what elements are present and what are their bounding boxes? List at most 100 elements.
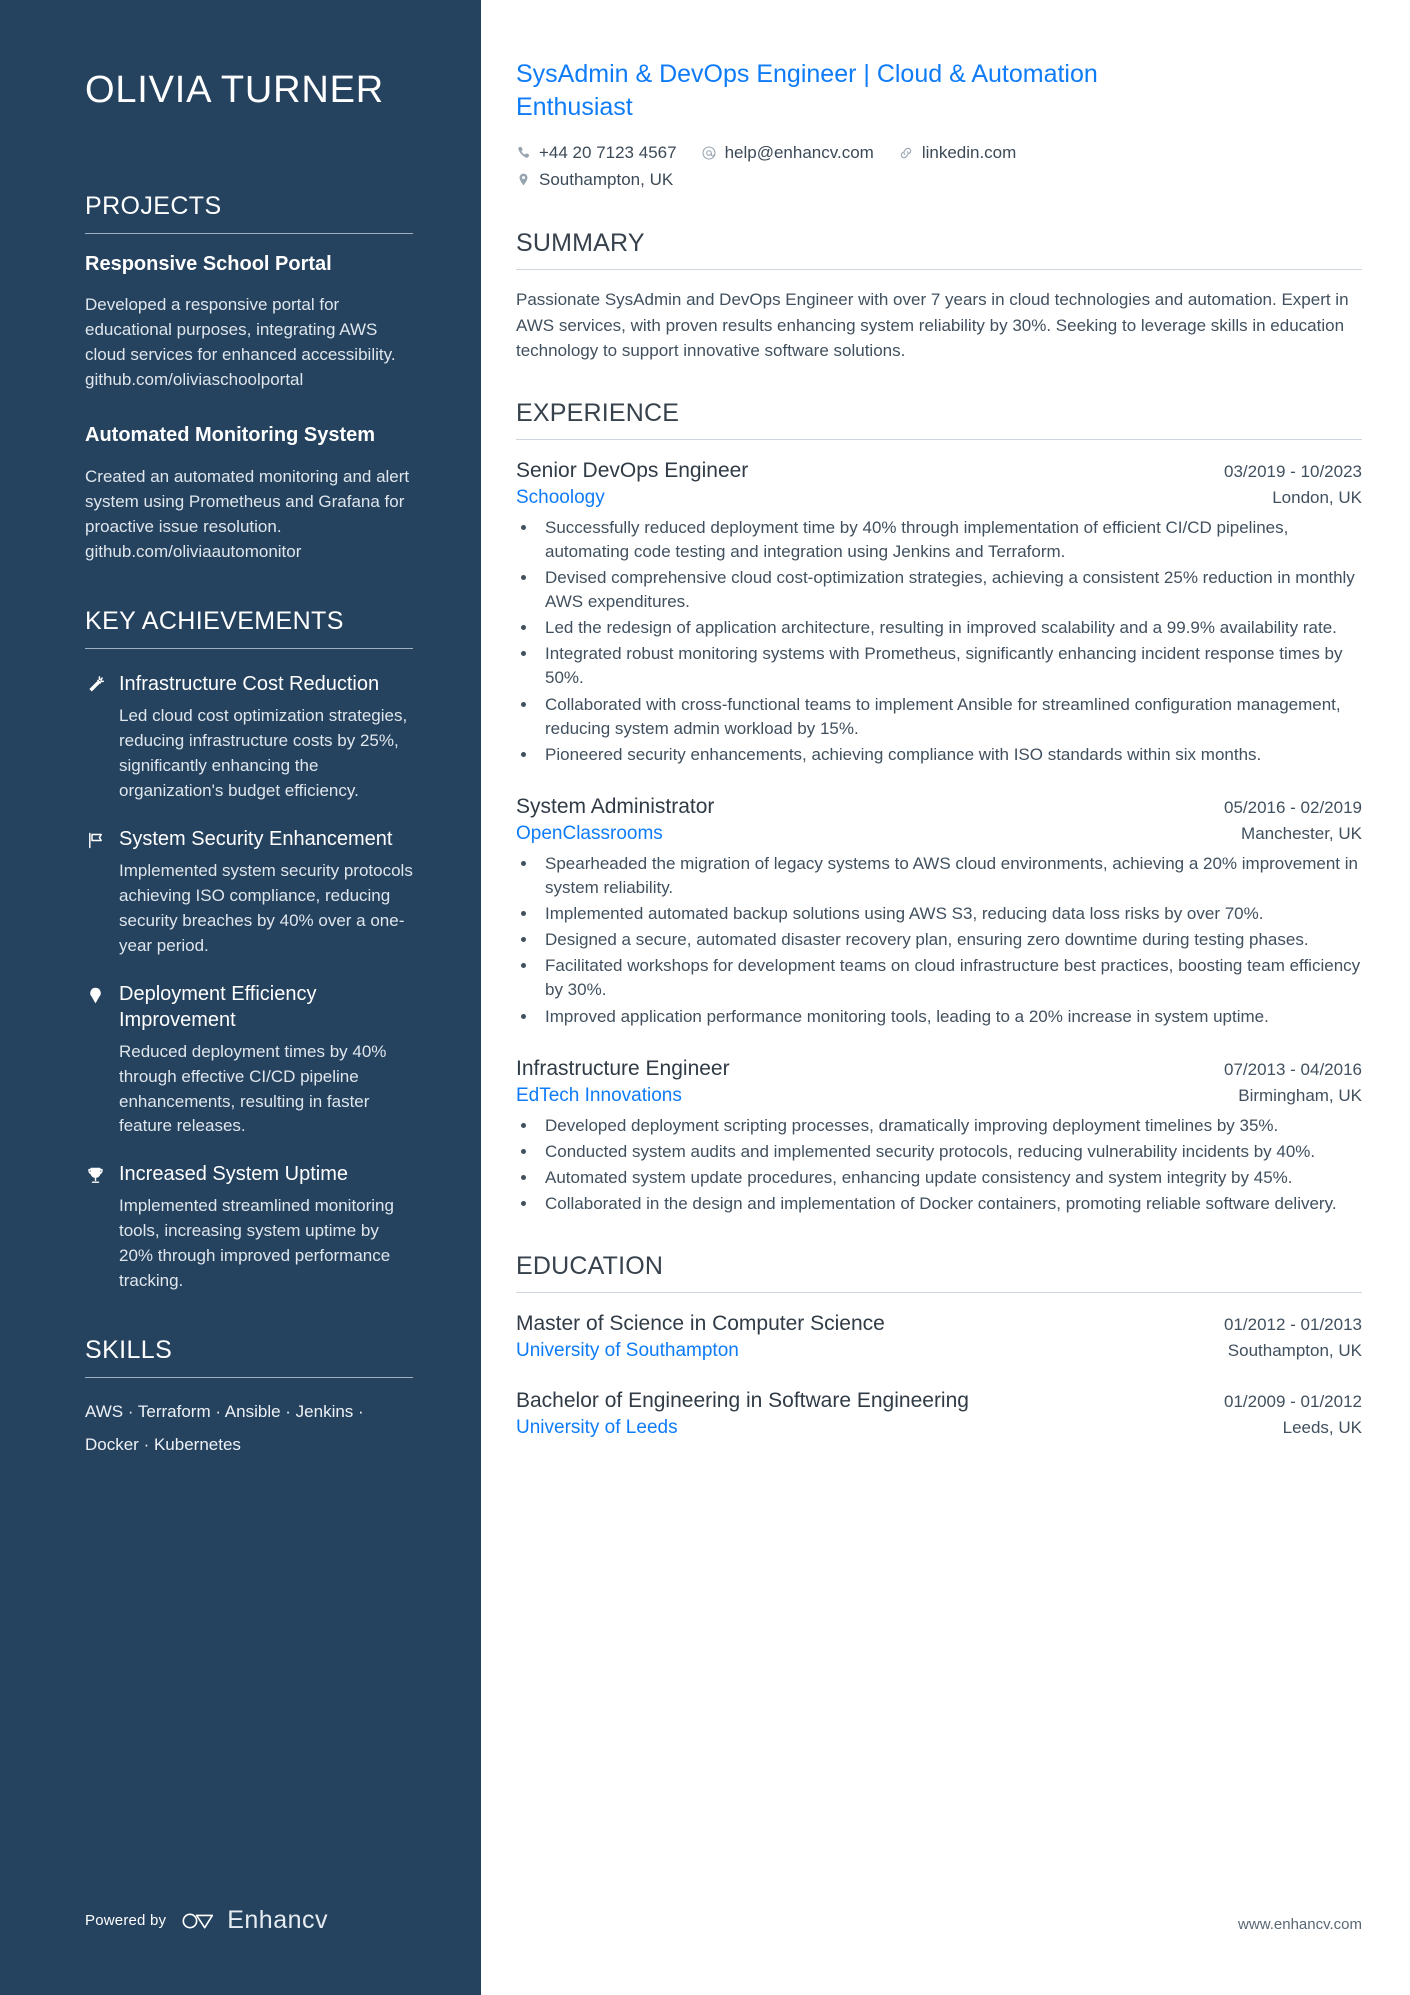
contact-row-1: +44 20 7123 4567 help@enhancv.com linked… bbox=[516, 139, 1362, 166]
location-value: Southampton, UK bbox=[539, 170, 674, 190]
education-subheader: University of Leeds Leeds, UK bbox=[516, 1414, 1362, 1442]
site-url[interactable]: www.enhancv.com bbox=[1238, 1916, 1362, 1933]
achievement-description: Reduced deployment times by 40% through … bbox=[119, 1041, 387, 1136]
experience-item: Infrastructure Engineer 07/2013 - 04/201… bbox=[516, 1055, 1362, 1216]
achievements-section: KEY ACHIEVEMENTS Infrastructure Cost Red… bbox=[85, 607, 413, 1295]
job-bullet: Pioneered security enhancements, achievi… bbox=[538, 743, 1362, 767]
experience-divider bbox=[516, 438, 1362, 440]
school-name[interactable]: University of Southampton bbox=[516, 1337, 739, 1365]
job-dates: 03/2019 - 10/2023 bbox=[1223, 461, 1362, 481]
job-location: London, UK bbox=[1272, 488, 1362, 508]
job-bullet: Collaborated in the design and implement… bbox=[538, 1192, 1362, 1216]
phone-value: +44 20 7123 4567 bbox=[539, 143, 677, 162]
education-heading: EDUCATION bbox=[516, 1252, 664, 1280]
professional-headline: SysAdmin & DevOps Engineer | Cloud & Aut… bbox=[516, 60, 1098, 121]
job-bullet: Led the redesign of application architec… bbox=[538, 616, 1362, 640]
job-bullet: Improved application performance monitor… bbox=[538, 1005, 1362, 1029]
project-link[interactable]: github.com/oliviaschoolportal bbox=[85, 368, 413, 393]
achievement-title: Deployment Efficiency Improvement bbox=[119, 982, 317, 1031]
project-item: Automated Monitoring System Created an a… bbox=[85, 423, 413, 565]
project-title: Automated Monitoring System bbox=[85, 424, 376, 447]
degree-dates: 01/2012 - 01/2013 bbox=[1223, 1315, 1362, 1334]
powered-by-label: Powered by bbox=[85, 1912, 167, 1929]
job-subheader: EdTech Innovations Birmingham, UK bbox=[516, 1082, 1362, 1110]
contact-info: +44 20 7123 4567 help@enhancv.com linked… bbox=[516, 139, 1362, 193]
achievement-item: Infrastructure Cost Reduction Led cloud … bbox=[85, 671, 413, 804]
candidate-name: OLIVIA TURNER bbox=[85, 69, 384, 111]
experience-item: System Administrator 05/2016 - 02/2019 O… bbox=[516, 793, 1362, 1029]
project-link[interactable]: github.com/oliviaautomonitor bbox=[85, 540, 413, 565]
job-bullet: Designed a secure, automated disaster re… bbox=[538, 928, 1362, 952]
job-header: Infrastructure Engineer 07/2013 - 04/201… bbox=[516, 1055, 1362, 1082]
summary-heading: SUMMARY bbox=[516, 229, 645, 258]
education-section: EDUCATION Master of Science in Computer … bbox=[516, 1252, 1362, 1442]
job-bullet: Collaborated with cross-functional teams… bbox=[538, 693, 1362, 741]
education-divider bbox=[516, 1292, 1362, 1293]
job-bullets: Developed deployment scripting processes… bbox=[516, 1114, 1362, 1217]
project-description: Developed a responsive portal for educat… bbox=[85, 295, 396, 365]
job-company[interactable]: OpenClassrooms bbox=[516, 820, 663, 848]
projects-divider bbox=[85, 232, 413, 234]
job-bullet: Successfully reduced deployment time by … bbox=[538, 516, 1362, 564]
project-title: Responsive School Portal bbox=[85, 252, 332, 275]
achievement-item: System Security Enhancement Implemented … bbox=[85, 826, 413, 959]
contact-linkedin[interactable]: linkedin.com bbox=[898, 139, 1017, 166]
summary-divider bbox=[516, 269, 1362, 271]
job-company[interactable]: EdTech Innovations bbox=[516, 1082, 682, 1110]
skills-line-2: Docker · Kubernetes bbox=[85, 1434, 241, 1454]
location-pin-icon bbox=[516, 172, 531, 187]
achievement-item: Deployment Efficiency Improvement Reduce… bbox=[85, 981, 413, 1140]
achievement-description: Implemented system security protocols ac… bbox=[119, 860, 413, 955]
job-header: Senior DevOps Engineer 03/2019 - 10/2023 bbox=[516, 457, 1362, 484]
achievement-description: Led cloud cost optimization strategies, … bbox=[119, 705, 408, 800]
job-title: Infrastructure Engineer bbox=[516, 1056, 730, 1080]
contact-row-2: Southampton, UK bbox=[516, 166, 1362, 193]
degree-title: Bachelor of Engineering in Software Engi… bbox=[516, 1388, 969, 1412]
job-bullet: Facilitated workshops for development te… bbox=[538, 954, 1362, 1002]
contact-location: Southampton, UK bbox=[516, 166, 673, 193]
contact-email[interactable]: help@enhancv.com bbox=[701, 139, 874, 166]
experience-heading: EXPERIENCE bbox=[516, 398, 680, 427]
job-company[interactable]: Schoology bbox=[516, 484, 605, 512]
projects-section: PROJECTS Responsive School Portal Develo… bbox=[85, 192, 413, 565]
trophy-icon bbox=[85, 1161, 119, 1294]
job-title: Senior DevOps Engineer bbox=[516, 458, 749, 482]
summary-section: SUMMARY Passionate SysAdmin and DevOps E… bbox=[516, 229, 1362, 362]
degree-dates: 01/2009 - 01/2012 bbox=[1223, 1391, 1362, 1411]
job-bullets: Successfully reduced deployment time by … bbox=[516, 516, 1362, 767]
education-item: Master of Science in Computer Science 01… bbox=[516, 1310, 1362, 1365]
skills-line-1: AWS · Terraform · Ansible · Jenkins · bbox=[85, 1402, 364, 1422]
achievement-item: Increased System Uptime Implemented stre… bbox=[85, 1161, 413, 1294]
education-item: Bachelor of Engineering in Software Engi… bbox=[516, 1387, 1362, 1442]
summary-text: Passionate SysAdmin and DevOps Engineer … bbox=[516, 290, 1349, 360]
school-location: Southampton, UK bbox=[1227, 1341, 1362, 1361]
job-bullet: Automated system update procedures, enha… bbox=[538, 1166, 1362, 1190]
job-bullet: Conducted system audits and implemented … bbox=[538, 1140, 1362, 1164]
powered-by-enhancv: Powered by Enhancv bbox=[85, 1906, 328, 1935]
enhancv-mark-icon bbox=[182, 1913, 214, 1928]
job-bullet: Developed deployment scripting processes… bbox=[538, 1114, 1362, 1138]
experience-section: EXPERIENCE Senior DevOps Engineer 03/201… bbox=[516, 399, 1362, 1216]
achievement-title: Increased System Uptime bbox=[119, 1163, 348, 1186]
education-subheader: University of Southampton Southampton, U… bbox=[516, 1337, 1362, 1365]
flag-icon bbox=[85, 826, 119, 959]
project-description: Created an automated monitoring and aler… bbox=[85, 466, 410, 536]
contact-phone[interactable]: +44 20 7123 4567 bbox=[516, 139, 677, 166]
projects-heading: PROJECTS bbox=[85, 191, 222, 220]
school-name[interactable]: University of Leeds bbox=[516, 1414, 678, 1442]
project-item: Responsive School Portal Developed a res… bbox=[85, 252, 413, 394]
education-header: Master of Science in Computer Science 01… bbox=[516, 1310, 1362, 1337]
magic-wand-icon bbox=[85, 671, 119, 804]
job-bullets: Spearheaded the migration of legacy syst… bbox=[516, 852, 1362, 1029]
job-header: System Administrator 05/2016 - 02/2019 bbox=[516, 793, 1362, 820]
job-bullet: Spearheaded the migration of legacy syst… bbox=[538, 852, 1362, 900]
achievement-title: System Security Enhancement bbox=[119, 827, 393, 850]
main-content: SysAdmin & DevOps Engineer | Cloud & Aut… bbox=[481, 0, 1410, 1995]
linkedin-value: linkedin.com bbox=[921, 143, 1017, 162]
job-bullet: Implemented automated backup solutions u… bbox=[538, 902, 1362, 926]
degree-title: Master of Science in Computer Science bbox=[516, 1312, 885, 1335]
job-bullet: Integrated robust monitoring systems wit… bbox=[538, 642, 1362, 690]
achievement-title: Infrastructure Cost Reduction bbox=[119, 672, 380, 695]
job-dates: 05/2016 - 02/2019 bbox=[1223, 797, 1362, 817]
skills-divider bbox=[85, 1377, 413, 1379]
